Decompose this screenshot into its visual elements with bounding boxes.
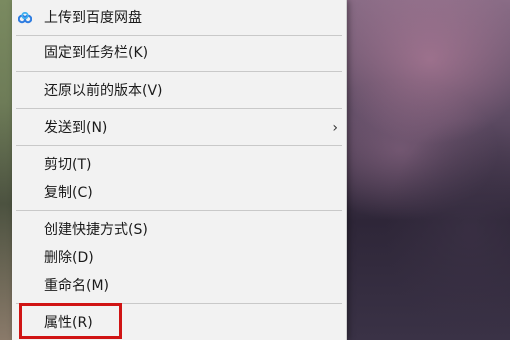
menu-item-send-to[interactable]: 发送到(N) ›	[12, 115, 346, 141]
menu-separator	[16, 210, 342, 211]
menu-item-copy[interactable]: 复制(C)	[12, 180, 346, 206]
menu-item-rename[interactable]: 重命名(M)	[12, 273, 346, 299]
context-menu: 上传到百度网盘 固定到任务栏(K) 还原以前的版本(V) 发送到(N) › 剪切…	[12, 0, 347, 340]
menu-item-label: 创建快捷方式(S)	[44, 222, 148, 238]
menu-item-label: 复制(C)	[44, 185, 93, 201]
menu-item-create-shortcut[interactable]: 创建快捷方式(S)	[12, 217, 346, 243]
menu-item-label: 上传到百度网盘	[44, 10, 142, 26]
menu-item-label: 重命名(M)	[44, 278, 110, 294]
menu-item-label: 删除(D)	[44, 250, 94, 266]
menu-separator	[16, 35, 342, 36]
menu-item-label: 发送到(N)	[44, 120, 108, 136]
menu-item-restore-previous-versions[interactable]: 还原以前的版本(V)	[12, 78, 346, 104]
baidu-netdisk-icon	[18, 12, 32, 24]
menu-item-label: 还原以前的版本(V)	[44, 83, 163, 99]
menu-item-delete[interactable]: 删除(D)	[12, 245, 346, 271]
menu-separator	[16, 108, 342, 109]
menu-separator	[16, 71, 342, 72]
menu-item-pin-to-taskbar[interactable]: 固定到任务栏(K)	[12, 40, 346, 66]
menu-item-label: 剪切(T)	[44, 157, 92, 173]
chevron-right-icon: ›	[332, 120, 338, 136]
desktop-left-strip	[0, 0, 12, 340]
menu-item-label: 固定到任务栏(K)	[44, 45, 149, 61]
menu-item-upload-baidu-netdisk[interactable]: 上传到百度网盘	[12, 5, 346, 31]
properties-highlight-box	[19, 303, 122, 339]
menu-item-cut[interactable]: 剪切(T)	[12, 152, 346, 178]
menu-separator	[16, 145, 342, 146]
